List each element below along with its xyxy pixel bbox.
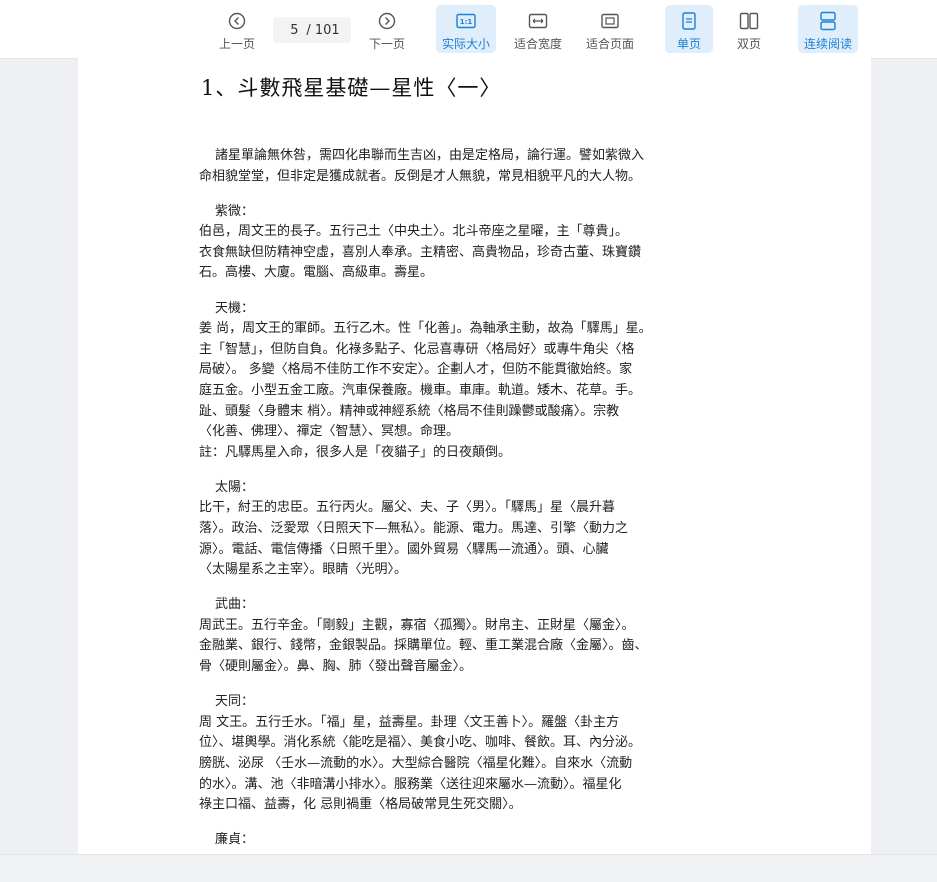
section-block: 太陽： 比干，紂王的忠臣。五行丙火。屬父、夫、子〈男〉。「驛馬」星〈晨升暮 落〉。政… [199, 478, 789, 581]
text-line: 的水〉。溝、池〈非暗溝小排水〉。服務業〈送往迎來屬水—流動〉。福星化 [199, 776, 622, 792]
actual-size-button[interactable]: 1:1 实际大小 [436, 5, 496, 53]
text-line: 局破〉。 多變〈格局不佳防工作不安定〉。企劃人才，但防不能貫徹始終。家 [199, 362, 633, 378]
text-line: 衣食無缺但防精神空虛，喜別人奉承。主精密、高貴物品，珍奇古董、珠寶鑽 [199, 244, 642, 260]
section-block: 武曲： 周武王。五行辛金。「剛毅」主觀，寡宿〈孤獨〉。財帛主、正財星〈屬金〉。 金融… [199, 595, 789, 677]
text-line: 諸星單論無休咎，需四化串聯而生吉凶，由是定格局，論行運。譬如紫微入 [215, 148, 645, 163]
document-page: 1、斗數飛星基礎—星性〈一〉 諸星單論無休咎，需四化串聯而生吉凶，由是定格局，論… [78, 58, 871, 854]
toolbar: 上一页 / 101 下一页 1:1 实际大小 适合宽度 适合页面 单页 [0, 0, 937, 59]
fit-page-button[interactable]: 适合页面 [582, 5, 638, 53]
text-line: 主「智慧」，但防自負。化祿多點子、化忌喜專研〈格局好〉或專牛角尖〈格 [199, 341, 635, 357]
intro-paragraph: 諸星單論無休咎，需四化串聯而生吉凶，由是定格局，論行運。譬如紫微入 命相貌堂堂，… [199, 146, 789, 187]
double-page-button[interactable]: 双页 [725, 5, 773, 53]
fit-page-label: 适合页面 [585, 37, 634, 51]
text-line: 源〉。電話、電信傳播〈日照千里〉。國外貿易〈驛馬—流通〉。頭、心臟 [199, 541, 609, 557]
actual-size-icon: 1:1 [456, 9, 476, 33]
text-line: 位〉、堪輿學。消化系統〈能吃是福〉、美食小吃、咖啡、餐飲。耳、內分泌。 [199, 735, 642, 751]
text-line: 膀胱、泌尿 〈壬水—流動的水〉。大型綜合醫院〈福星化難〉。自來水〈流動 [199, 755, 633, 771]
single-page-label: 单页 [676, 37, 701, 51]
next-page-label: 下一页 [368, 37, 405, 51]
section-block: 廉貞： [199, 830, 789, 851]
fit-width-label: 适合宽度 [513, 37, 562, 51]
next-page-button[interactable]: 下一页 [364, 5, 410, 53]
text-line: 骨〈硬則屬金〉。鼻、胸、肺〈發出聲音屬金〉。 [199, 659, 473, 675]
text-line: 伯邑，周文王的長子。五行己土〈中央土〉。北斗帝座之星曜，主「尊貴」。 [199, 224, 629, 240]
section-heading: 太陽： [215, 479, 255, 495]
prev-page-button[interactable]: 上一页 [214, 5, 260, 53]
fit-width-icon [528, 9, 548, 33]
status-bar [0, 854, 937, 882]
text-line: 比干，紂王的忠臣。五行丙火。屬父、夫、子〈男〉。「驛馬」星〈晨升暮 [199, 500, 616, 516]
text-line: 庭五金。小型五金工廠。汽車保養廠。機車。車庫。軌道。矮木、花草。手。 [199, 382, 642, 398]
document-body: 諸星單論無休咎，需四化串聯而生吉凶，由是定格局，論行運。譬如紫微入 命相貌堂堂，… [199, 146, 789, 865]
svg-text:1:1: 1:1 [460, 18, 473, 26]
page-title: 1、斗數飛星基礎—星性〈一〉 [201, 76, 502, 100]
text-line: 姜 尚，周文王的軍師。五行乙木。性「化善」。為軸承主動，故為「驛馬」星。 [199, 321, 652, 337]
continuous-reading-label: 连续阅读 [803, 37, 852, 51]
section-heading: 武曲： [215, 597, 255, 613]
page-indicator: / 101 [273, 17, 351, 43]
section-block: 天機： 姜 尚，周文王的軍師。五行乙木。性「化善」。為軸承主動，故為「驛馬」星。主… [199, 299, 789, 464]
continuous-reading-icon [819, 9, 837, 33]
section-heading: 天機： [215, 300, 255, 316]
section-block: 天同： 周 文王。五行壬水。「福」星，益壽星。卦理〈文王善卜〉。羅盤〈卦主方位〉、… [199, 692, 789, 816]
section-heading: 紫微： [215, 203, 255, 219]
chevron-right-icon [378, 9, 396, 33]
text-line: 〈化善、佛理〉、禪定〈智慧〉、冥想。命理。 [199, 424, 460, 440]
fit-page-icon [600, 9, 620, 33]
text-line: 石。高樓、大廈。電腦、高級車。壽星。 [199, 265, 434, 281]
text-line: 金融業、銀行、錢幣，金銀製品。採購單位。輕、重工業混合廠〈金屬〉。齒、 [199, 638, 648, 654]
single-page-button[interactable]: 单页 [665, 5, 713, 53]
text-line: 命相貌堂堂，但非定是獲成就者。反倒是才人無貌，常見相貌平凡的大人物。 [199, 168, 642, 184]
text-line: 落〉。政治、泛愛眾〈日照天下—無私〉。能源、電力。馬達、引擎〈動力之 [199, 521, 629, 536]
text-line: 祿主口福、益壽，化 忌則禍重〈格局破常見生死交關〉。 [199, 797, 522, 813]
text-line: 註：凡驛馬星入命，很多人是「夜貓子」的日夜顛倒。 [199, 444, 512, 460]
fit-width-button[interactable]: 适合宽度 [510, 5, 566, 53]
section-block: 紫微： 伯邑，周文王的長子。五行己土〈中央土〉。北斗帝座之星曜，主「尊貴」。 衣食無… [199, 202, 789, 284]
prev-page-label: 上一页 [218, 37, 255, 51]
double-page-label: 双页 [736, 37, 761, 51]
page-number-input[interactable] [284, 22, 305, 38]
section-heading: 天同： [215, 694, 255, 710]
text-line: 〈太陽星系之主宰〉。眼睛〈光明〉。 [199, 562, 408, 578]
page-total: / 101 [306, 22, 340, 38]
continuous-reading-button[interactable]: 连续阅读 [798, 5, 858, 53]
chevron-left-icon [228, 9, 246, 33]
text-line: 周 文王。五行壬水。「福」星，益壽星。卦理〈文王善卜〉。羅盤〈卦主方 [199, 714, 620, 730]
text-line: 趾、頭髮〈身體末 梢〉。精神或神經系統〈格局不佳則躁鬱或酸痛〉。宗教 [199, 403, 620, 419]
actual-size-label: 实际大小 [441, 37, 490, 51]
double-page-icon [739, 9, 759, 33]
text-line: 周武王。五行辛金。「剛毅」主觀，寡宿〈孤獨〉。財帛主、正財星〈屬金〉。 [199, 617, 635, 633]
section-heading: 廉貞： [215, 832, 255, 848]
single-page-icon [681, 9, 697, 33]
